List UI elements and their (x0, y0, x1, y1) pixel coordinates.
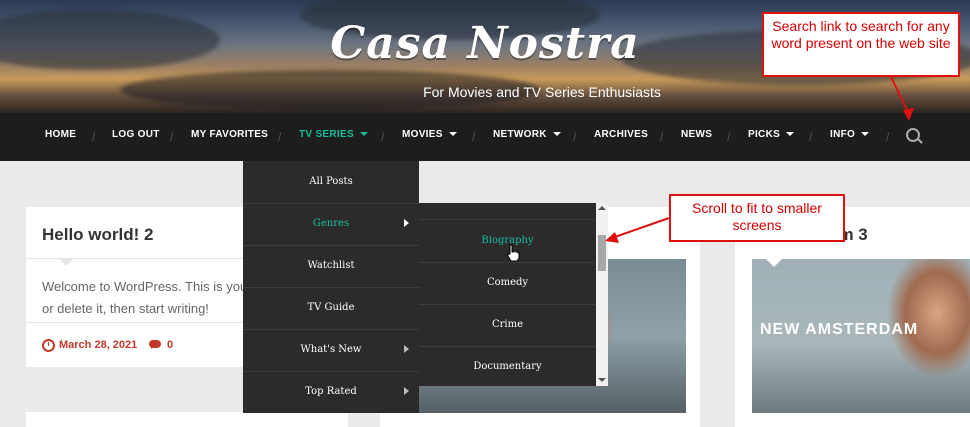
annotation-arrow-line (611, 217, 670, 239)
annotation-arrow-head (605, 232, 619, 243)
annotation-arrow-line (890, 76, 910, 115)
annotation-arrows (605, 76, 914, 243)
annotation-arrow-head (903, 108, 914, 121)
